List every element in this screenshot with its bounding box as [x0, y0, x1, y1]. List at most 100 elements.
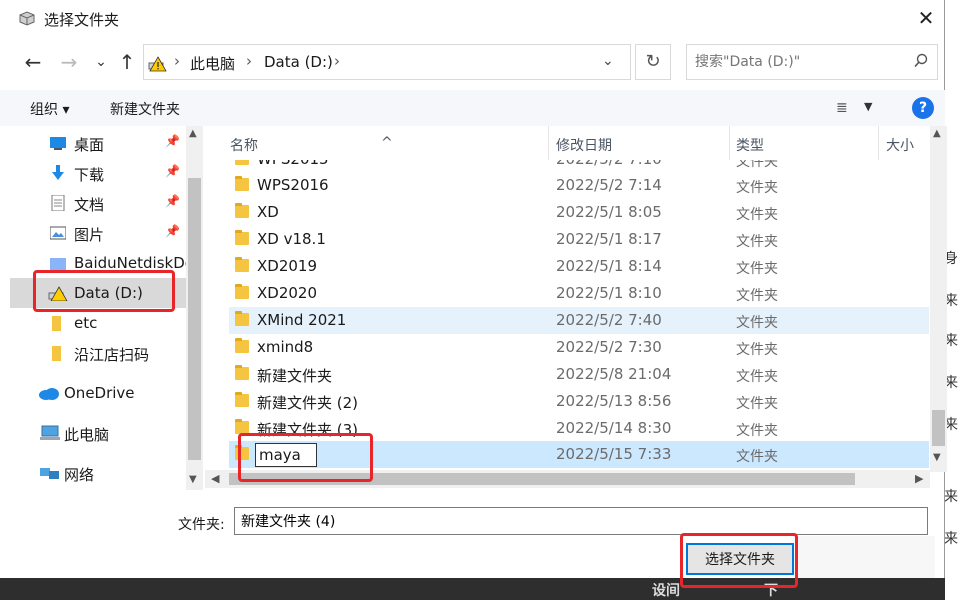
pin-icon: 📌	[165, 164, 180, 178]
sidebar-item-desktop[interactable]: 桌面 📌	[10, 128, 186, 158]
sidebar-item-label: etc	[74, 314, 98, 332]
help-icon[interactable]: ?	[912, 97, 934, 119]
file-type: 文件夹	[736, 234, 778, 250]
scroll-left-arrow-icon[interactable]: ◀	[211, 472, 219, 485]
list-item[interactable]: XD2020 2022/5/1 8:10 文件夹	[229, 280, 929, 307]
column-name[interactable]: 名称	[230, 135, 258, 155]
navigation-scrollbar[interactable]: ▲ ▼	[186, 126, 203, 490]
forward-button[interactable]: →	[58, 50, 80, 74]
file-list-horizontal-scrollbar[interactable]: ◀ ▶	[205, 470, 930, 488]
file-date: 2022/5/13 8:56	[556, 392, 672, 410]
sidebar-item-documents[interactable]: 文档 📌	[10, 188, 186, 218]
file-type: 文件夹	[736, 423, 778, 439]
command-toolbar: 组织 ▾ 新建文件夹 ≣ ▼	[0, 90, 945, 126]
breadcrumb-data-d[interactable]: Data (D:)	[264, 53, 333, 71]
sidebar-item-label: 下载	[74, 166, 105, 184]
list-item[interactable]: 新建文件夹 (2) 2022/5/13 8:56 文件夹	[229, 388, 929, 415]
scroll-up-arrow-icon[interactable]: ▲	[189, 128, 197, 139]
scroll-right-arrow-icon[interactable]: ▶	[915, 472, 923, 485]
pin-icon: 📌	[165, 194, 180, 208]
search-input[interactable]	[687, 45, 907, 79]
address-dropdown-icon[interactable]: ⌄	[602, 53, 614, 69]
column-modified[interactable]: 修改日期	[556, 135, 612, 155]
sidebar-item-label: 此电脑	[64, 426, 110, 444]
folder-icon	[235, 176, 249, 191]
column-size[interactable]: 大小	[886, 135, 914, 155]
sidebar-item-data-d[interactable]: Data (D:)	[10, 278, 186, 308]
refresh-button[interactable]: ↻	[635, 44, 671, 80]
sidebar-item-onedrive[interactable]: OneDrive	[10, 378, 186, 408]
column-divider[interactable]	[548, 126, 549, 160]
document-icon	[51, 195, 65, 211]
list-item-renaming[interactable]: maya 2022/5/15 7:33 文件夹	[229, 441, 929, 468]
column-divider[interactable]	[729, 126, 730, 160]
column-divider[interactable]	[878, 126, 879, 160]
folder-name-input[interactable]	[234, 507, 928, 535]
scrollbar-thumb[interactable]	[188, 178, 201, 460]
rename-input[interactable]: maya	[255, 443, 317, 467]
list-item[interactable]: 新建文件夹 (3) 2022/5/14 8:30 文件夹	[229, 415, 929, 442]
file-date: 2022/5/2 7:14	[556, 176, 662, 194]
folder-icon	[235, 284, 249, 299]
sidebar-item-baidunetdisk[interactable]: BaiduNetdiskDo	[10, 248, 194, 278]
scroll-down-arrow-icon[interactable]: ▼	[933, 452, 941, 463]
file-list: WPS2015 2022/5/2 7:10 文件夹 WPS2016 2022/5…	[205, 126, 930, 472]
scroll-down-arrow-icon[interactable]: ▼	[189, 474, 197, 485]
organize-menu[interactable]: 组织 ▾	[30, 99, 69, 119]
file-date: 2022/5/14 8:30	[556, 419, 672, 437]
file-date: 2022/5/2 7:30	[556, 338, 662, 356]
pin-icon: 📌	[165, 224, 180, 238]
file-name: 新建文件夹	[257, 367, 333, 385]
network-icon	[40, 468, 59, 479]
breadcrumb-this-pc[interactable]: 此电脑	[190, 53, 235, 74]
folder-picker-icon	[19, 11, 35, 26]
search-icon[interactable]	[913, 53, 929, 69]
sidebar-item-label: OneDrive	[64, 384, 135, 402]
background-taskbar-strip: 设间 下	[0, 578, 945, 600]
list-item[interactable]: XD 2022/5/1 8:05 文件夹	[229, 199, 929, 226]
back-button[interactable]: ←	[22, 50, 44, 74]
folder-icon	[235, 311, 249, 326]
drive-warning-icon	[48, 286, 68, 301]
up-button[interactable]: ↑	[116, 50, 138, 74]
list-item[interactable]: 新建文件夹 2022/5/8 21:04 文件夹	[229, 361, 929, 388]
address-bar[interactable]: › 此电脑 › Data (D:) › ⌄	[143, 44, 631, 80]
file-name: XD2019	[257, 257, 317, 275]
select-folder-button[interactable]: 选择文件夹	[686, 543, 794, 575]
view-options-icon[interactable]: ≣	[836, 100, 848, 116]
scrollbar-thumb[interactable]	[932, 410, 945, 446]
sidebar-item-downloads[interactable]: 下载 📌	[10, 158, 186, 188]
file-list-vertical-scrollbar[interactable]: ▲ ▼	[930, 126, 947, 472]
sidebar-item-etc[interactable]: etc	[10, 308, 186, 338]
bg-text: 设间	[652, 583, 680, 599]
list-item[interactable]: XMind 2021 2022/5/2 7:40 文件夹	[229, 307, 929, 334]
pin-icon: 📌	[165, 134, 180, 148]
breadcrumb-separator: ›	[334, 52, 340, 70]
list-item[interactable]: xmind8 2022/5/2 7:30 文件夹	[229, 334, 929, 361]
sidebar-item-label: 图片	[74, 226, 105, 244]
file-type: 文件夹	[736, 315, 778, 331]
sidebar-item-label: 桌面	[74, 136, 105, 154]
file-date: 2022/5/8 21:04	[556, 365, 672, 383]
new-folder-button[interactable]: 新建文件夹	[110, 99, 180, 119]
computer-icon	[40, 425, 60, 440]
file-name: 新建文件夹 (3)	[257, 421, 359, 439]
recent-locations-button[interactable]: ⌄	[90, 50, 112, 74]
scroll-up-arrow-icon[interactable]: ▲	[933, 128, 941, 139]
sidebar-item-label: 沿江店扫码	[74, 346, 150, 364]
list-item[interactable]: XD v18.1 2022/5/1 8:17 文件夹	[229, 226, 929, 253]
list-item[interactable]: XD2019 2022/5/1 8:14 文件夹	[229, 253, 929, 280]
folder-icon	[50, 258, 66, 270]
list-item[interactable]: WPS2016 2022/5/2 7:14 文件夹	[229, 172, 929, 199]
file-date: 2022/5/1 8:10	[556, 284, 662, 302]
view-dropdown-icon[interactable]: ▼	[864, 100, 872, 113]
close-button[interactable]: ✕	[910, 4, 942, 32]
sidebar-item-yanjiang-scan[interactable]: 沿江店扫码	[10, 338, 186, 368]
sidebar-item-pictures[interactable]: 图片 📌	[10, 218, 186, 248]
navigation-pane: 桌面 📌 下载 📌 文档 📌 图片 📌 BaiduNetdiskDo Data …	[10, 126, 204, 490]
sidebar-item-label: BaiduNetdiskDo	[74, 254, 194, 272]
sidebar-item-network[interactable]: 网络	[10, 458, 186, 488]
scrollbar-thumb[interactable]	[229, 473, 855, 485]
sidebar-item-this-pc[interactable]: 此电脑	[10, 418, 186, 448]
column-type[interactable]: 类型	[736, 135, 764, 155]
